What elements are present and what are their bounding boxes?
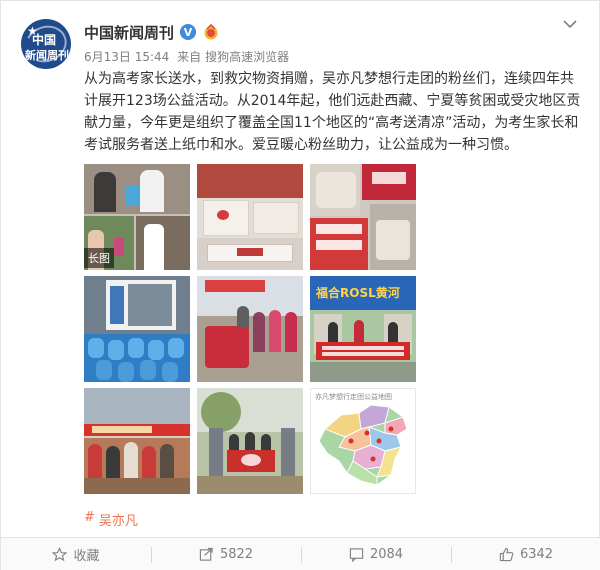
- photo-1[interactable]: 长图: [84, 164, 190, 270]
- author-row: 中国新闻周刊 V: [84, 21, 220, 43]
- post-timestamp[interactable]: 6月13日 15:44: [84, 50, 169, 64]
- avatar-text-line1: 中国: [32, 33, 57, 47]
- photo-2[interactable]: [197, 164, 303, 270]
- photo-4[interactable]: [84, 276, 190, 382]
- author-avatar[interactable]: ★ 中国 新闻周刊: [21, 19, 71, 69]
- repost-count: 5822: [219, 547, 254, 562]
- photo-8[interactable]: [197, 388, 303, 494]
- china-map-graphic: [318, 404, 408, 486]
- member-crown-icon[interactable]: [202, 24, 220, 40]
- weibo-post-card: ★ 中国 新闻周刊 中国新闻周刊 V 6月13日 15:44 来自 搜狗高速浏览器…: [0, 0, 600, 570]
- hashtag-icon: #: [84, 510, 95, 525]
- verified-badge-icon[interactable]: V: [180, 24, 197, 40]
- repost-button[interactable]: 5822: [151, 538, 301, 570]
- post-source[interactable]: 搜狗高速浏览器: [205, 50, 289, 64]
- like-count: 6342: [519, 547, 554, 562]
- photo-6-banner-text: 福合ROSL黄河: [316, 286, 400, 300]
- avatar-text-line2: 新闻周刊: [25, 49, 69, 62]
- photo-5[interactable]: [197, 276, 303, 382]
- source-prefix: 来自: [177, 50, 202, 64]
- chevron-down-icon[interactable]: [563, 19, 577, 29]
- photo-7[interactable]: [84, 388, 190, 494]
- comment-button[interactable]: 2084: [301, 538, 451, 570]
- action-bar: 收藏 5822 2084 6342: [1, 537, 600, 570]
- photo-grid: 长图 福合ROSL黄河 亦凡梦想行走团公益地图: [84, 164, 416, 494]
- comment-count: 2084: [369, 547, 404, 562]
- photo-6[interactable]: 福合ROSL黄河: [310, 276, 416, 382]
- thumbs-up-icon: [499, 547, 514, 562]
- photo-3[interactable]: [310, 164, 416, 270]
- favorite-label: 收藏: [73, 549, 100, 564]
- author-name[interactable]: 中国新闻周刊: [84, 22, 174, 43]
- repost-icon: [199, 547, 213, 561]
- comment-icon: [349, 548, 364, 562]
- post-meta: 6月13日 15:44 来自 搜狗高速浏览器: [84, 48, 293, 65]
- topic-hashtag[interactable]: # 吴亦凡: [84, 510, 138, 529]
- star-icon: [52, 547, 68, 562]
- long-image-tag: 长图: [84, 248, 114, 268]
- favorite-button[interactable]: 收藏: [1, 538, 151, 570]
- like-button[interactable]: 6342: [451, 538, 600, 570]
- post-text: 从为高考家长送水，到救灾物资捐赠，吴亦凡梦想行走团的粉丝们，连续四年共计展开12…: [84, 71, 581, 153]
- hashtag-label: 吴亦凡: [98, 514, 138, 529]
- photo-9[interactable]: 亦凡梦想行走团公益地图: [310, 388, 416, 494]
